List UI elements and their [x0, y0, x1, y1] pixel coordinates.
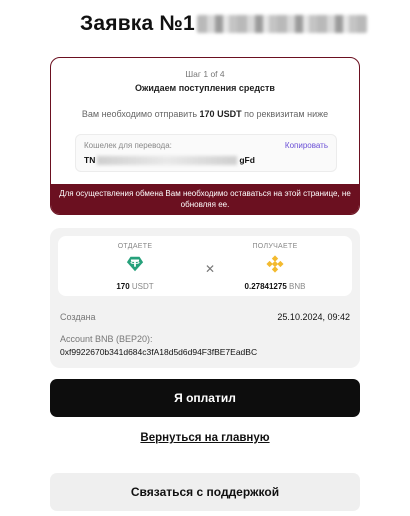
status-text: Ожидаем поступления средств: [135, 83, 275, 93]
wallet-box: Кошелек для перевода: Копировать TN gFd: [75, 134, 337, 172]
tether-icon: [126, 256, 144, 272]
exchange-summary: ОТДАЕТЕ 170 USDT ✕ ПОЛУЧАЕТЕ 0.27841275 …: [58, 236, 352, 296]
contact-support-button[interactable]: Связаться с поддержкой: [50, 473, 360, 511]
give-amount: 170 USDT: [116, 282, 154, 291]
redacted-order-number: [196, 15, 367, 33]
get-label: ПОЛУЧАЕТЕ: [252, 243, 298, 250]
give-column: ОТДАЕТЕ 170 USDT: [80, 243, 190, 291]
order-details-card: ОТДАЕТЕ 170 USDT ✕ ПОЛУЧАЕТЕ 0.27841275 …: [50, 228, 360, 368]
copy-button[interactable]: Копировать: [285, 141, 328, 150]
page-title: Заявка №1: [80, 12, 367, 36]
back-to-home-link[interactable]: Вернуться на главную: [0, 432, 410, 444]
account-label: Account BNB (BEP20):: [60, 334, 153, 344]
get-amount: 0.27841275 BNB: [244, 282, 306, 291]
redacted-wallet: [97, 155, 238, 165]
order-title: Заявка №1: [80, 12, 195, 35]
get-column: ПОЛУЧАЕТЕ 0.27841275 BNB: [220, 243, 330, 291]
bnb-icon: [266, 255, 284, 273]
give-label: ОТДАЕТЕ: [117, 243, 153, 250]
payment-amount: 170 USDT: [199, 109, 242, 119]
wallet-address[interactable]: TN gFd: [84, 155, 328, 165]
paid-button[interactable]: Я оплатил: [50, 379, 360, 417]
warning-banner: Для осуществления обмена Вам необходимо …: [51, 184, 359, 214]
step-indicator: Шаг 1 of 4: [185, 69, 225, 79]
created-date: 25.10.2024, 09:42: [277, 312, 350, 322]
created-label: Создана: [60, 312, 96, 322]
payment-status-card: Шаг 1 of 4 Ожидаем поступления средств В…: [50, 57, 360, 215]
payment-instruction: Вам необходимо отправить 170 USDT по рек…: [81, 109, 329, 119]
created-row: Создана 25.10.2024, 09:42: [60, 312, 350, 322]
account-address[interactable]: 0xf9922670b341d684c3fA18d5d6d94F3fBE7Ead…: [60, 347, 350, 357]
exchange-cross-icon: ✕: [205, 262, 216, 276]
